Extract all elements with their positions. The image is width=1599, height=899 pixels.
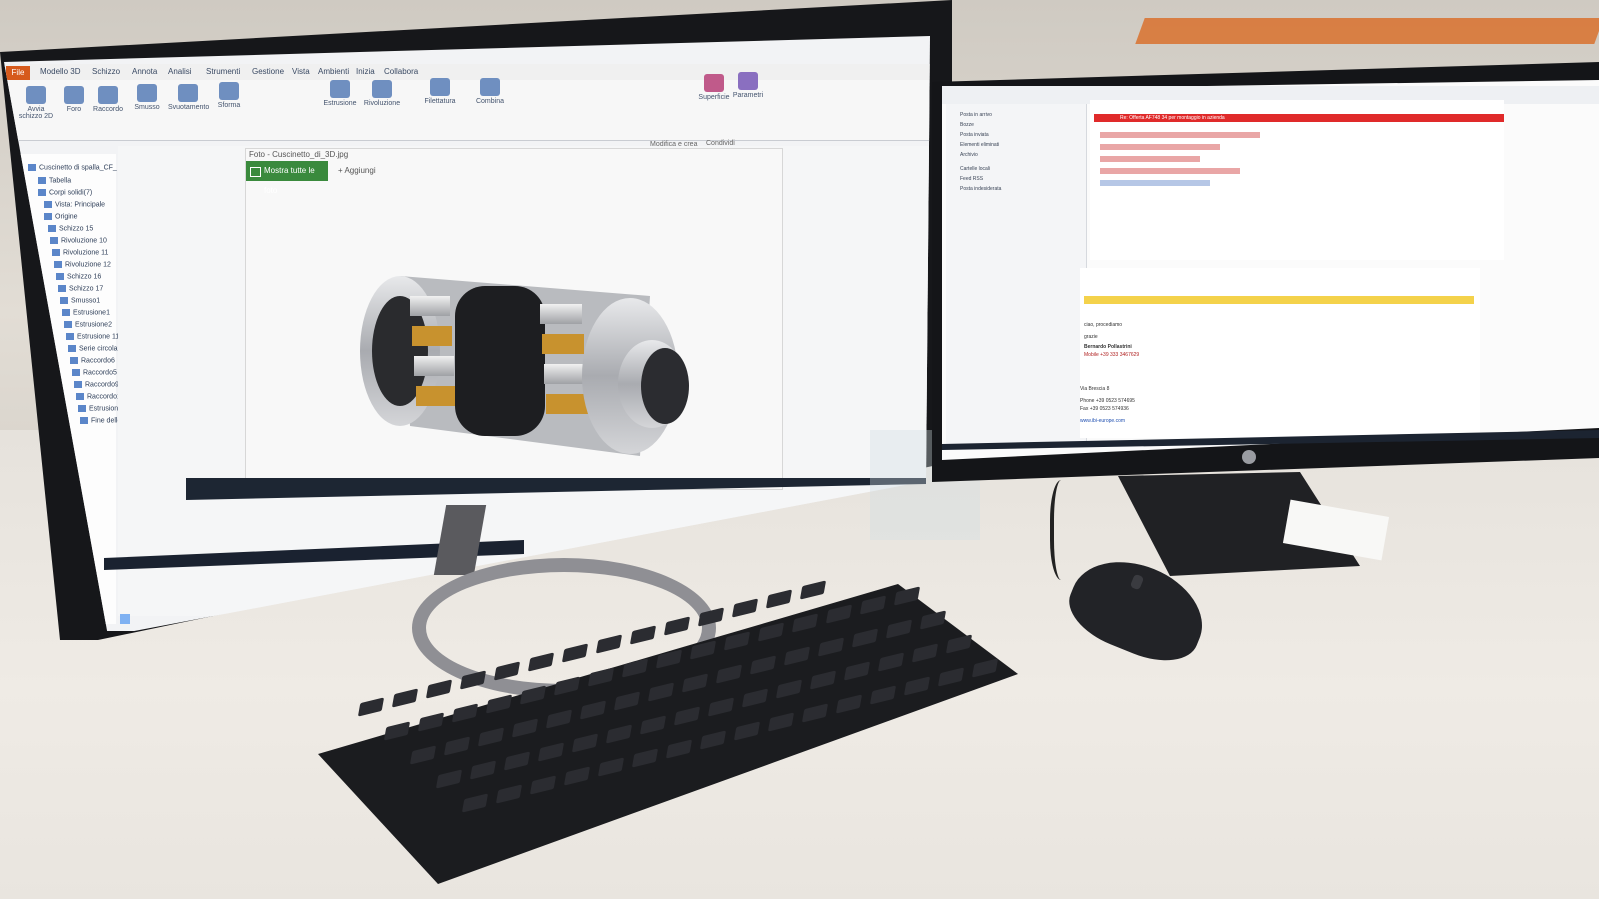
tree-item[interactable]: Schizzo 15 [48, 225, 93, 232]
mail-row[interactable] [1100, 156, 1200, 162]
tree-item[interactable]: Estrusione1 [62, 309, 110, 316]
reading-sender: Bernardo Pollastrini [1084, 344, 1132, 350]
hole-icon [64, 86, 84, 104]
bearing-render [360, 276, 689, 456]
draft-icon [219, 82, 239, 100]
reading-line: grazie [1084, 334, 1098, 340]
parameters-button[interactable]: Parametri [730, 72, 766, 99]
chamfer-button[interactable]: Smusso [130, 84, 164, 111]
reading-link[interactable]: www.ibi-europe.com [1080, 418, 1125, 424]
tree-item[interactable]: Raccordo9 [74, 381, 119, 388]
folder-item[interactable]: Posta in arrivo [960, 112, 992, 118]
tree-item[interactable]: Rivoluzione 12 [54, 261, 111, 268]
tree-item[interactable]: Rivoluzione 10 [50, 237, 107, 244]
fillet-icon [98, 86, 118, 104]
share-button[interactable]: Condividi [706, 140, 735, 147]
folder-item[interactable]: Archivio [960, 152, 978, 158]
tree-item[interactable]: Schizzo 17 [58, 285, 103, 292]
photos-icon [250, 167, 261, 177]
roller [540, 304, 582, 324]
mail-row[interactable] [1100, 168, 1240, 174]
shell-icon [178, 84, 198, 102]
cage-segment [416, 386, 456, 406]
reading-line: ciao, procediamo [1084, 322, 1123, 328]
tree-item[interactable]: Rivoluzione 11 [52, 249, 108, 256]
tab-collabora[interactable]: Collabora [384, 67, 418, 76]
reading-line: Via Brescia 8 [1080, 386, 1110, 392]
add-button[interactable]: + Aggiungi [338, 166, 376, 175]
tree-item[interactable]: Corpi solidi(7) [38, 189, 92, 196]
cage-segment [546, 394, 588, 414]
hole-button[interactable]: Foro [62, 86, 86, 113]
selected-mail-subject: Re: Offerta AF748 34 per montaggio in az… [1120, 115, 1225, 121]
cage-segment [542, 334, 584, 354]
thread-icon [430, 78, 450, 96]
tab-annota[interactable]: Annota [132, 67, 157, 76]
folder-item[interactable]: Bozze [960, 122, 974, 128]
tree-item[interactable]: Origine [44, 213, 78, 220]
tree-item[interactable]: Vista: Principale [44, 201, 105, 208]
tab-strumenti[interactable]: Strumenti [206, 67, 240, 76]
tree-item[interactable]: Raccordo6 [70, 357, 115, 364]
fx-icon [738, 72, 758, 90]
tree-item[interactable]: Tabella [38, 177, 71, 184]
revolve-button[interactable]: Rivoluzione [362, 80, 402, 107]
cage-segment [412, 326, 452, 346]
mail-row[interactable] [1100, 180, 1210, 186]
combine-icon [480, 78, 500, 96]
folder-item[interactable]: Elementi eliminati [960, 142, 999, 148]
tree-item[interactable]: Estrusione 11 [66, 333, 119, 340]
tab-inizia[interactable]: Inizia [356, 67, 375, 76]
surface-icon [704, 74, 724, 92]
folder-item[interactable]: Cartelle locali [960, 166, 990, 172]
fillet-button[interactable]: Raccordo [92, 86, 124, 113]
combine-button[interactable]: Combina [470, 78, 510, 105]
reading-line: Phone +39 0523 574695 [1080, 398, 1135, 404]
windows-start-icon[interactable] [120, 614, 130, 624]
tree-item[interactable]: Estrusione2 [64, 321, 112, 328]
orange-shelf [1135, 18, 1599, 44]
surface-button[interactable]: Superficie [696, 74, 732, 101]
tree-item[interactable]: Cuscinetto di spalla_CF_ [28, 164, 117, 171]
reading-pane [1080, 268, 1480, 438]
extrude-button[interactable]: Estrusione [320, 80, 360, 107]
notification-bar [1084, 296, 1474, 304]
central-shaft [455, 286, 545, 436]
extrude-icon [330, 80, 350, 98]
shell-button[interactable]: Svuotamento [168, 84, 209, 111]
draft-button[interactable]: Sforma [214, 82, 244, 109]
roller [410, 296, 450, 316]
folder-item[interactable]: Feed RSS [960, 176, 983, 182]
reading-line: Fax +39 0523 574936 [1080, 406, 1129, 412]
file-tab[interactable]: File [6, 66, 30, 80]
roller [414, 356, 454, 376]
tree-item[interactable]: Raccordo5 [72, 369, 117, 376]
mail-row[interactable] [1100, 144, 1220, 150]
tab-gestione[interactable]: Gestione [252, 67, 284, 76]
revolve-icon [372, 80, 392, 98]
hp-logo [1242, 450, 1256, 464]
roller [544, 364, 586, 384]
mail-row[interactable] [1100, 132, 1260, 138]
shaft-face [641, 348, 689, 424]
reading-phone: Mobile +39 333 3467629 [1084, 352, 1140, 358]
start-sketch-button[interactable]: Avvia schizzo 2D [18, 86, 54, 120]
tab-vista[interactable]: Vista [292, 67, 310, 76]
chamfer-icon [137, 84, 157, 102]
folder-item[interactable]: Posta indesiderata [960, 186, 1001, 192]
edit-create-button[interactable]: Modifica e crea [650, 141, 697, 148]
tab-modello-3d[interactable]: Modello 3D [40, 67, 80, 76]
thread-button[interactable]: Filettatura [420, 78, 460, 105]
viewer-title: Foto - Cuscinetto_di_3D.jpg [249, 150, 349, 159]
tab-analisi[interactable]: Analisi [168, 67, 192, 76]
tree-item[interactable]: Smusso1 [60, 297, 100, 304]
cable [1050, 480, 1078, 580]
sketch-icon [26, 86, 46, 104]
tab-schizzo[interactable]: Schizzo [92, 67, 120, 76]
tab-ambienti[interactable]: Ambienti [318, 67, 349, 76]
folder-item[interactable]: Posta inviata [960, 132, 989, 138]
tree-item[interactable]: Schizzo 16 [56, 273, 101, 280]
